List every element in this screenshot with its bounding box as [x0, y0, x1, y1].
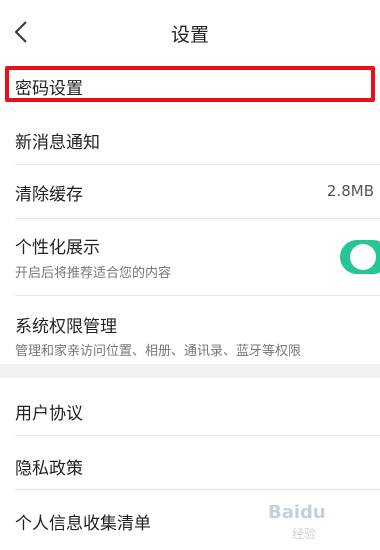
cache-size-value: 2.8MB: [326, 182, 374, 200]
settings-item-description: 管理和家亲访问位置、相册、通讯录、蓝牙等权限: [15, 344, 302, 359]
settings-item-label: 新消息通知: [15, 133, 100, 153]
toggle-knob: [350, 244, 376, 270]
settings-item-personalized: 个性化展示 开启后将推荐适合您的内容: [0, 219, 380, 295]
settings-item-user-agreement[interactable]: 用户协议: [0, 378, 380, 435]
section-gap: [0, 364, 380, 378]
settings-item-label: 系统权限管理: [15, 317, 117, 337]
settings-item-label: 隐私政策: [15, 459, 83, 479]
baidu-watermark: Baidu 经验: [256, 498, 376, 544]
settings-item-clear-cache[interactable]: 清除缓存 2.8MB: [0, 165, 380, 218]
watermark-sub: 经验: [292, 527, 317, 541]
page-title: 设置: [170, 24, 209, 46]
settings-item-permissions[interactable]: 系统权限管理 管理和家亲访问位置、相册、通讯录、蓝牙等权限: [0, 296, 380, 362]
settings-item-privacy-policy[interactable]: 隐私政策: [0, 436, 380, 489]
settings-item-label: 用户协议: [15, 404, 83, 424]
top-bar: 设置: [0, 0, 380, 64]
highlight-box: [5, 66, 375, 102]
settings-item-notification[interactable]: 新消息通知: [0, 114, 380, 164]
settings-item-label: 个人信息收集清单: [15, 514, 151, 534]
settings-item-description: 开启后将推荐适合您的内容: [15, 266, 172, 281]
personalized-toggle[interactable]: [340, 240, 380, 274]
settings-item-label: 清除缓存: [15, 185, 83, 205]
watermark-text: Baidu: [268, 502, 326, 523]
settings-item-label: 个性化展示: [15, 238, 100, 258]
